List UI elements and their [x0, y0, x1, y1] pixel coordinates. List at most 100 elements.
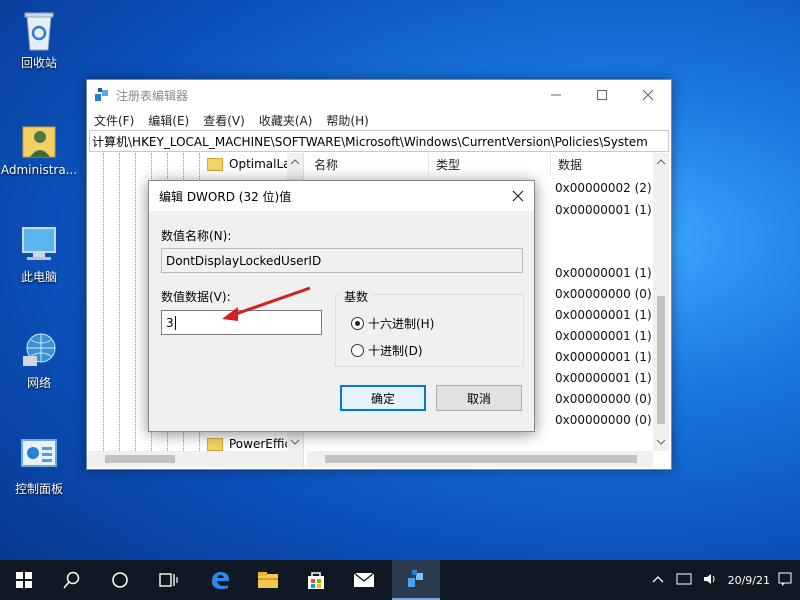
menu-file[interactable]: 文件(F) — [94, 112, 134, 129]
start-icon — [16, 572, 32, 588]
address-bar[interactable]: 计算机\HKEY_LOCAL_MACHINE\SOFTWARE\Microsof… — [89, 130, 669, 152]
computer-icon — [19, 222, 59, 264]
desktop-icon-label: 网络 — [26, 376, 51, 390]
desktop-icon-network[interactable]: 网络 — [0, 328, 78, 391]
scroll-down-icon[interactable] — [287, 435, 303, 449]
hex-radio-label: 十六进制(H) — [368, 317, 435, 331]
network-tray-icon[interactable] — [676, 572, 692, 589]
tree-item[interactable]: OptimalLa — [207, 157, 291, 171]
desktop-icon-administrator[interactable]: Administra... — [0, 117, 78, 177]
registry-value-data[interactable]: 0x00000000 (0) — [555, 287, 652, 301]
regedit-icon — [94, 87, 110, 103]
scroll-up-icon[interactable] — [287, 155, 303, 169]
edge-button[interactable] — [196, 560, 244, 600]
desktop-icon-this-pc[interactable]: 此电脑 — [0, 222, 78, 285]
cortana-button[interactable] — [96, 560, 144, 600]
base-group-label: 基数 — [341, 288, 372, 305]
window-title: 注册表编辑器 — [116, 88, 189, 103]
edge-icon — [212, 572, 229, 589]
edit-dword-dialog: 编辑 DWORD (32 位)值 数值名称(N): DontDisplayLoc… — [148, 180, 535, 432]
start-button[interactable] — [0, 560, 48, 600]
task-view-icon — [159, 573, 178, 587]
hex-radio[interactable]: 十六进制(H) — [351, 315, 434, 332]
folder-icon — [207, 157, 223, 171]
recycle-bin-icon — [19, 8, 59, 51]
value-name-label: 数值名称(N): — [161, 229, 232, 243]
scroll-thumb[interactable] — [325, 455, 637, 463]
value-name-field[interactable]: DontDisplayLockedUserID — [161, 248, 523, 273]
regedit-icon — [408, 570, 423, 587]
ok-button[interactable]: 确定 — [340, 385, 426, 411]
registry-value-data[interactable]: 0x00000002 (2) — [555, 181, 652, 195]
search-icon — [63, 571, 80, 589]
tree-guide-line — [119, 153, 120, 451]
annotation-arrow-icon — [222, 286, 311, 321]
cancel-button[interactable]: 取消 — [436, 385, 522, 411]
menu-favorites[interactable]: 收藏夹(A) — [259, 112, 313, 129]
registry-value-data[interactable]: 0x00000000 (0) — [555, 392, 652, 406]
desktop-icon-label: Administra... — [0, 163, 78, 177]
notification-icon[interactable] — [778, 572, 792, 589]
scroll-thumb[interactable] — [105, 455, 175, 463]
search-button[interactable] — [48, 560, 96, 600]
scroll-up-icon[interactable] — [653, 155, 669, 169]
dec-radio[interactable]: 十进制(D) — [351, 342, 423, 359]
mail-icon — [353, 572, 375, 587]
maximize-button[interactable] — [579, 80, 625, 110]
network-icon — [19, 328, 59, 370]
menu-bar: 文件(F) 编辑(E) 查看(V) 收藏夹(A) 帮助(H) — [87, 110, 671, 130]
volume-icon[interactable] — [702, 572, 718, 589]
column-header-name[interactable]: 名称 — [307, 153, 429, 175]
text-cursor — [174, 315, 176, 330]
scroll-thumb[interactable] — [657, 296, 665, 424]
file-explorer-icon — [258, 572, 278, 588]
task-view-button[interactable] — [144, 560, 192, 600]
chevron-up-icon[interactable] — [652, 574, 664, 587]
tree-item-label: OptimalLa — [229, 157, 291, 171]
tree-item-label: PowerEffic — [229, 437, 292, 451]
desktop-icon-recycle-bin[interactable]: 回收站 — [0, 8, 78, 71]
tree-guide-line — [135, 153, 136, 451]
tree-horizontal-scrollbar[interactable] — [87, 451, 303, 467]
registry-value-data[interactable]: 0x00000001 (1) — [555, 371, 652, 385]
menu-help[interactable]: 帮助(H) — [326, 112, 368, 129]
taskbar: 20/9/21 — [0, 560, 800, 600]
desktop-icon-control-panel[interactable]: 控制面板 — [0, 434, 78, 497]
system-tray: 20/9/21 — [652, 560, 800, 600]
cortana-icon — [112, 572, 128, 588]
desktop-icon-label: 此电脑 — [20, 270, 57, 284]
mail-button[interactable] — [340, 560, 388, 600]
values-vertical-scrollbar[interactable] — [653, 153, 669, 451]
minimize-button[interactable] — [533, 80, 579, 110]
close-icon[interactable] — [502, 181, 534, 211]
registry-value-data[interactable]: 0x00000001 (1) — [555, 203, 652, 217]
file-explorer-button[interactable] — [244, 560, 292, 600]
desktop-icon-label: 控制面板 — [14, 482, 63, 496]
close-button[interactable] — [625, 80, 671, 110]
tree-item[interactable]: PowerEffic — [207, 437, 291, 451]
store-icon — [308, 572, 324, 589]
clock-date[interactable]: 20/9/21 — [728, 574, 770, 587]
radio-selected-icon — [351, 317, 364, 330]
dialog-title[interactable]: 编辑 DWORD (32 位)值 — [149, 181, 534, 211]
registry-value-data[interactable]: 0x00000001 (1) — [555, 350, 652, 364]
registry-value-data[interactable]: 0x00000001 (1) — [555, 329, 652, 343]
column-header-data[interactable]: 数据 — [551, 153, 653, 175]
values-horizontal-scrollbar[interactable] — [307, 451, 653, 467]
column-header-type[interactable]: 类型 — [429, 153, 551, 175]
scroll-down-icon[interactable] — [653, 435, 669, 449]
menu-view[interactable]: 查看(V) — [203, 112, 245, 129]
registry-value-data[interactable]: 0x00000000 (0) — [555, 413, 652, 427]
title-bar[interactable]: 注册表编辑器 — [87, 80, 671, 110]
radio-unselected-icon — [351, 344, 364, 357]
control-panel-icon — [19, 434, 59, 476]
store-button[interactable] — [292, 560, 340, 600]
regedit-taskbar-button[interactable] — [392, 560, 440, 600]
dec-radio-label: 十进制(D) — [368, 344, 423, 358]
registry-value-data[interactable]: 0x00000001 (1) — [555, 308, 652, 322]
folder-icon — [207, 437, 223, 451]
value-data-text: 3 — [166, 315, 174, 330]
tree-guide-line — [103, 153, 104, 451]
registry-value-data[interactable]: 0x00000001 (1) — [555, 266, 652, 280]
menu-edit[interactable]: 编辑(E) — [148, 112, 189, 129]
